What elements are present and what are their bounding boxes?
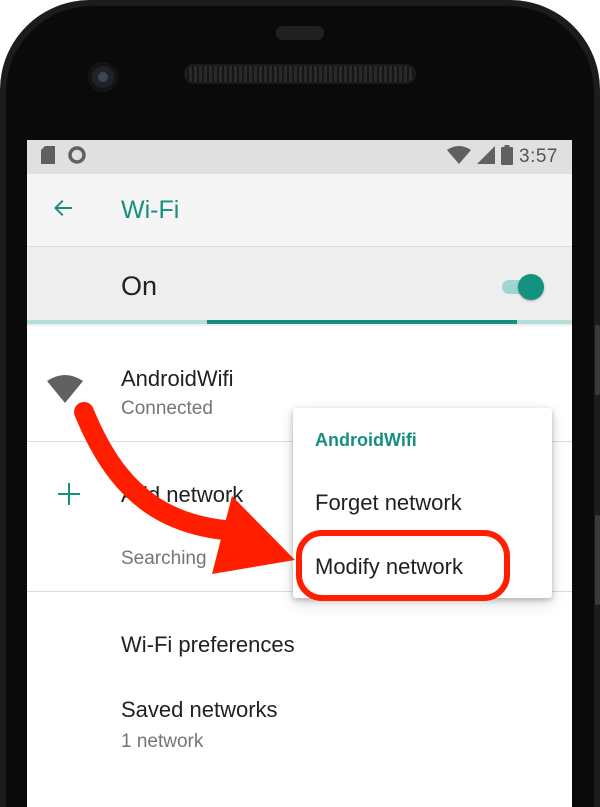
annotation-highlight-box xyxy=(296,530,510,601)
annotation-arrow xyxy=(74,402,295,574)
